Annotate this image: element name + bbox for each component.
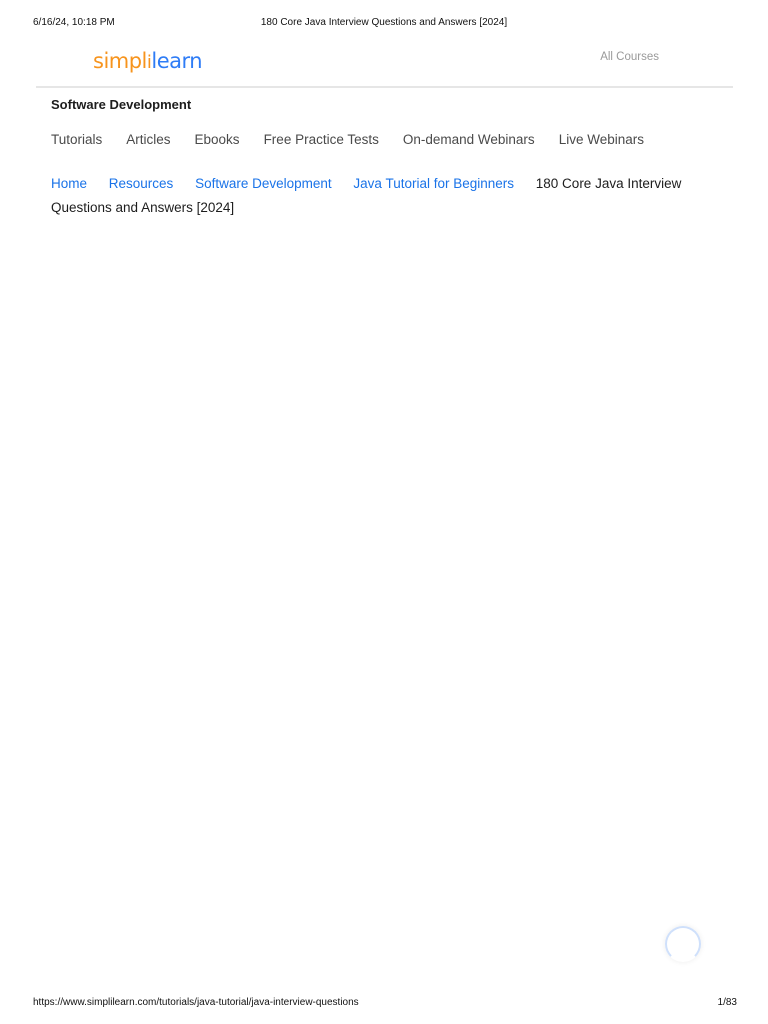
nav-item-ebooks[interactable]: Ebooks: [195, 132, 240, 147]
site-header: simplilearn All Courses: [36, 40, 733, 88]
loading-spinner-icon: [665, 926, 701, 962]
print-page-title: 180 Core Java Interview Questions and An…: [260, 17, 508, 28]
all-courses-link[interactable]: All Courses: [600, 51, 659, 63]
logo-text-part2: learn: [151, 49, 203, 73]
breadcrumb-home[interactable]: Home: [51, 176, 87, 191]
nav-item-live-webinars[interactable]: Live Webinars: [559, 132, 644, 147]
resource-nav: Tutorials Articles Ebooks Free Practice …: [51, 132, 668, 147]
nav-item-tutorials[interactable]: Tutorials: [51, 132, 102, 147]
print-page-number: 1/83: [717, 997, 737, 1008]
breadcrumb-resources[interactable]: Resources: [109, 176, 174, 191]
page: 6/16/24, 10:18 PM 180 Core Java Intervie…: [0, 0, 768, 1024]
print-url: https://www.simplilearn.com/tutorials/ja…: [33, 997, 359, 1008]
nav-item-free-practice-tests[interactable]: Free Practice Tests: [264, 132, 379, 147]
category-title: Software Development: [51, 97, 192, 112]
breadcrumb-java-tutorial[interactable]: Java Tutorial for Beginners: [353, 176, 514, 191]
breadcrumb: Home Resources Software Development Java…: [51, 172, 701, 220]
breadcrumb-software-development[interactable]: Software Development: [195, 176, 332, 191]
logo-text-part1: simpl: [93, 49, 147, 73]
nav-item-on-demand-webinars[interactable]: On-demand Webinars: [403, 132, 535, 147]
simplilearn-logo[interactable]: simplilearn: [93, 48, 203, 76]
nav-item-articles[interactable]: Articles: [126, 132, 170, 147]
